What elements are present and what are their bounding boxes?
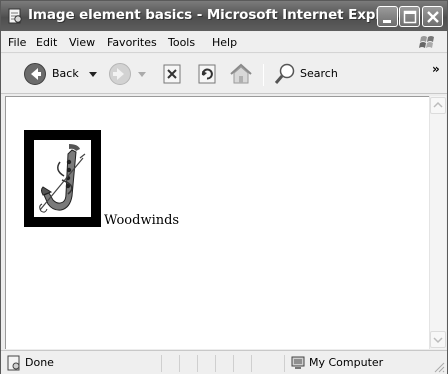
woodwinds-image (24, 130, 101, 227)
status-panel (179, 355, 197, 372)
chevron-up-icon (433, 101, 443, 108)
vertical-scrollbar[interactable] (429, 96, 446, 349)
windows-logo-icon (419, 36, 434, 48)
status-panel (233, 355, 251, 372)
refresh-icon[interactable] (196, 62, 220, 86)
menu-tools[interactable]: Tools (168, 36, 195, 49)
close-button[interactable] (422, 6, 443, 27)
scroll-down-button[interactable] (430, 331, 446, 348)
status-panel (161, 355, 179, 372)
forward-dropdown-icon[interactable] (138, 72, 146, 78)
menu-file[interactable]: File (8, 36, 26, 49)
search-magnifier-icon (274, 63, 295, 84)
menu-edit[interactable]: Edit (36, 36, 57, 49)
status-panel (215, 355, 233, 372)
title-bar[interactable]: Image element basics - Microsoft Interne… (1, 1, 447, 31)
toolbar-separator (263, 64, 264, 86)
security-zone-text: My Computer (309, 356, 384, 369)
computer-icon (291, 356, 305, 369)
image-caption: Woodwinds (104, 213, 180, 228)
menu-bar: File Edit View Favorites Tools Help (1, 32, 447, 53)
back-dropdown-icon[interactable] (89, 72, 97, 78)
status-bar: Done My Computer (1, 350, 447, 374)
back-label: Back (52, 67, 79, 80)
resize-grip-icon[interactable] (433, 361, 445, 373)
scroll-up-button[interactable] (430, 97, 446, 114)
status-panel (197, 355, 215, 372)
window-title: Image element basics - Microsoft Interne… (28, 7, 405, 23)
menu-view[interactable]: View (69, 36, 95, 49)
minimize-icon (383, 20, 391, 23)
toolbar-overflow-chevron[interactable]: » (432, 62, 440, 76)
search-button[interactable]: Search (273, 62, 343, 86)
maximize-button[interactable] (399, 6, 420, 27)
chevron-down-icon (433, 337, 443, 344)
close-icon (427, 11, 439, 23)
forward-arrow-icon[interactable] (107, 61, 133, 87)
toolbar: Back Search » (1, 54, 447, 94)
stop-icon[interactable] (161, 62, 185, 86)
home-icon[interactable] (228, 61, 254, 87)
status-text: Done (25, 356, 54, 369)
menu-help[interactable]: Help (212, 36, 237, 49)
minimize-button[interactable] (377, 6, 398, 27)
search-label: Search (300, 67, 338, 80)
maximize-icon (403, 10, 417, 24)
ie-page-icon (8, 8, 22, 24)
page-done-icon (7, 355, 20, 371)
saxophone-illustration (39, 144, 86, 213)
browser-window: Image element basics - Microsoft Interne… (0, 0, 448, 374)
back-button[interactable]: Back (23, 61, 79, 87)
menu-favorites[interactable]: Favorites (107, 36, 157, 49)
status-panel (251, 355, 269, 372)
back-arrow-icon (24, 63, 46, 85)
